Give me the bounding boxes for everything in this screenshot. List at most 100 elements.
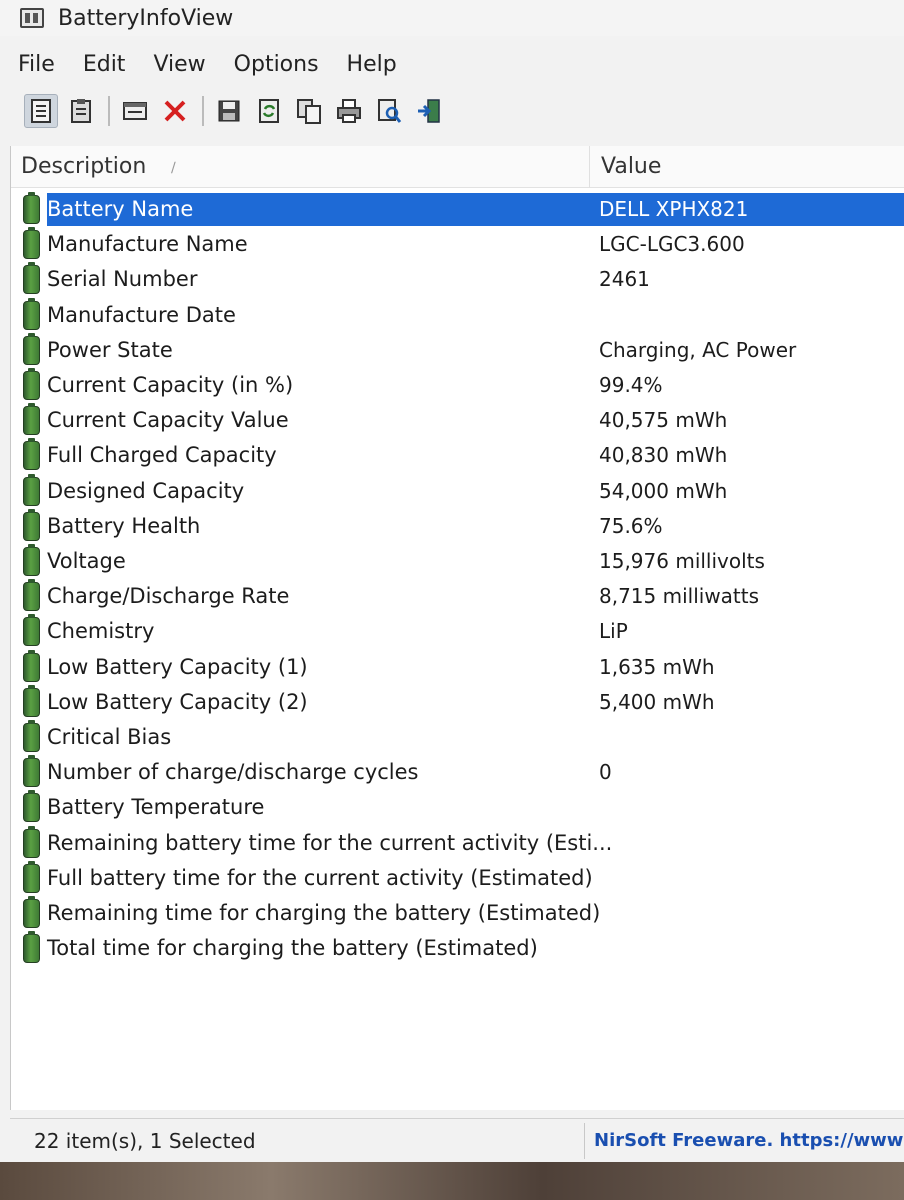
row-value: 0 [599, 760, 612, 785]
title-bar[interactable]: BatteryInfoView [0, 0, 904, 36]
row-description: Charge/Discharge Rate [47, 584, 290, 609]
row-value [599, 827, 611, 860]
item-count: 22 item(s), 1 Selected [34, 1129, 256, 1153]
column-header-value[interactable]: Value [601, 154, 661, 179]
list-row[interactable]: Number of charge/discharge cycles 0 [23, 755, 903, 790]
row-description: Critical Bias [47, 725, 172, 749]
row-description: Full Charged Capacity [47, 443, 277, 468]
list-row[interactable]: Power State Charging, AC Power [23, 332, 903, 368]
copy-icon[interactable] [292, 94, 326, 128]
print-icon[interactable] [332, 94, 366, 128]
list-row[interactable]: Current Capacity Value 40,575 mWh [23, 403, 903, 438]
refresh-icon[interactable] [252, 94, 286, 128]
battery-icon [23, 473, 40, 506]
row-value [599, 791, 611, 824]
row-value: 40,575 mWh [599, 408, 728, 433]
column-divider[interactable] [589, 146, 590, 188]
battery-icon [23, 579, 40, 612]
nirsoft-link[interactable]: NirSoft Freeware. https://www. [594, 1130, 904, 1151]
row-description: Remaining time for charging the battery … [47, 901, 601, 925]
menu-options[interactable]: Options [234, 52, 319, 77]
list-row[interactable]: Battery Temperature [23, 790, 903, 825]
delete-icon[interactable] [158, 94, 192, 128]
desk-background [0, 1162, 904, 1200]
row-description: Voltage [47, 549, 126, 573]
battery-icon [23, 720, 40, 752]
save-icon[interactable] [212, 94, 246, 128]
row-value: LGC-LGC3.600 [599, 232, 745, 257]
row-value: 40,830 mWh [599, 443, 728, 468]
list-row[interactable]: Manufacture Date [23, 297, 903, 333]
find-icon[interactable] [372, 94, 406, 128]
row-description: Manufacture Date [47, 302, 236, 327]
battery-icon [23, 649, 40, 682]
list-header: Description ∕ Value [11, 146, 904, 188]
list-row[interactable]: Chemistry LiP [23, 614, 903, 649]
row-value: 5,400 mWh [599, 689, 715, 714]
battery-icon [23, 614, 40, 647]
properties-icon[interactable] [64, 94, 98, 128]
menu-edit[interactable]: Edit [83, 52, 126, 77]
list-row[interactable]: Current Capacity (in %) 99.4% [23, 368, 903, 403]
row-value: 1,635 mWh [599, 654, 715, 679]
list-row[interactable]: Charge/Discharge Rate 8,715 milliwatts [23, 579, 903, 614]
row-value: LiP [599, 619, 628, 644]
list-row[interactable]: Full battery time for the current activi… [23, 860, 903, 896]
list-row[interactable]: Total time for charging the battery (Est… [23, 931, 903, 966]
battery-icon [23, 508, 40, 541]
list-row[interactable]: Serial Number 2461 [23, 262, 903, 297]
battery-icon [23, 227, 40, 260]
battery-info-list[interactable]: Description ∕ Value Battery Name DELL XPH… [10, 146, 904, 1110]
list-row[interactable]: Critical Bias [23, 720, 903, 755]
status-bar: 22 item(s), 1 Selected NirSoft Freeware.… [10, 1118, 904, 1162]
row-description: Remaining battery time for the current a… [47, 830, 613, 855]
list-row[interactable]: Battery Health 75.6% [23, 508, 903, 544]
list-row[interactable]: Designed Capacity 54,000 mWh [23, 473, 903, 509]
battery-icon [23, 438, 40, 471]
menu-help[interactable]: Help [347, 52, 397, 77]
row-description: Low Battery Capacity (1) [47, 654, 308, 679]
sort-indicator-icon: ∕ [171, 160, 176, 176]
app-window: BatteryInfoView File Edit View Options H… [0, 0, 904, 1162]
exit-icon[interactable] [412, 94, 446, 128]
row-description: Designed Capacity [47, 478, 245, 503]
list-row[interactable]: Low Battery Capacity (2) 5,400 mWh [23, 684, 903, 720]
battery-icon [23, 860, 40, 893]
battery-icon [23, 403, 40, 436]
list-row[interactable]: Remaining battery time for the current a… [23, 825, 903, 861]
list-row[interactable]: Battery Name DELL XPHX821 [23, 192, 904, 227]
toolbar-separator [202, 96, 204, 126]
list-row[interactable]: Manufacture Name LGC-LGC3.600 [23, 227, 903, 262]
row-value: DELL XPHX821 [599, 193, 904, 226]
list-row[interactable]: Remaining time for charging the battery … [23, 896, 903, 931]
row-description: Battery Temperature [47, 795, 265, 820]
list-row[interactable]: Low Battery Capacity (1) 1,635 mWh [23, 649, 903, 685]
row-value [599, 862, 611, 895]
column-header-description[interactable]: Description [21, 154, 146, 179]
row-description: Number of charge/discharge cycles [47, 760, 419, 785]
row-value: 15,976 millivolts [599, 549, 765, 573]
options-icon[interactable] [118, 94, 152, 128]
row-value [599, 721, 611, 754]
row-value: 75.6% [599, 513, 663, 538]
row-value [599, 299, 611, 332]
row-description: Low Battery Capacity (2) [47, 689, 308, 714]
menu-file[interactable]: File [18, 52, 55, 77]
menu-view[interactable]: View [153, 52, 205, 77]
battery-icon [23, 825, 40, 858]
battery-icon [23, 790, 40, 823]
row-value: 8,715 milliwatts [599, 584, 760, 609]
battery-icon [23, 262, 40, 295]
battery-icon [23, 297, 40, 330]
row-description: Serial Number [47, 267, 198, 292]
row-value [599, 932, 611, 965]
battery-icon [23, 755, 40, 788]
row-description: Full battery time for the current activi… [47, 865, 593, 890]
status-divider [584, 1123, 585, 1159]
row-description: Battery Name [47, 193, 607, 226]
html-report-icon[interactable] [24, 94, 58, 128]
list-row[interactable]: Full Charged Capacity 40,830 mWh [23, 438, 903, 473]
row-value: 2461 [599, 267, 650, 292]
list-row[interactable]: Voltage 15,976 millivolts [23, 544, 903, 579]
row-description: Current Capacity (in %) [47, 373, 294, 397]
